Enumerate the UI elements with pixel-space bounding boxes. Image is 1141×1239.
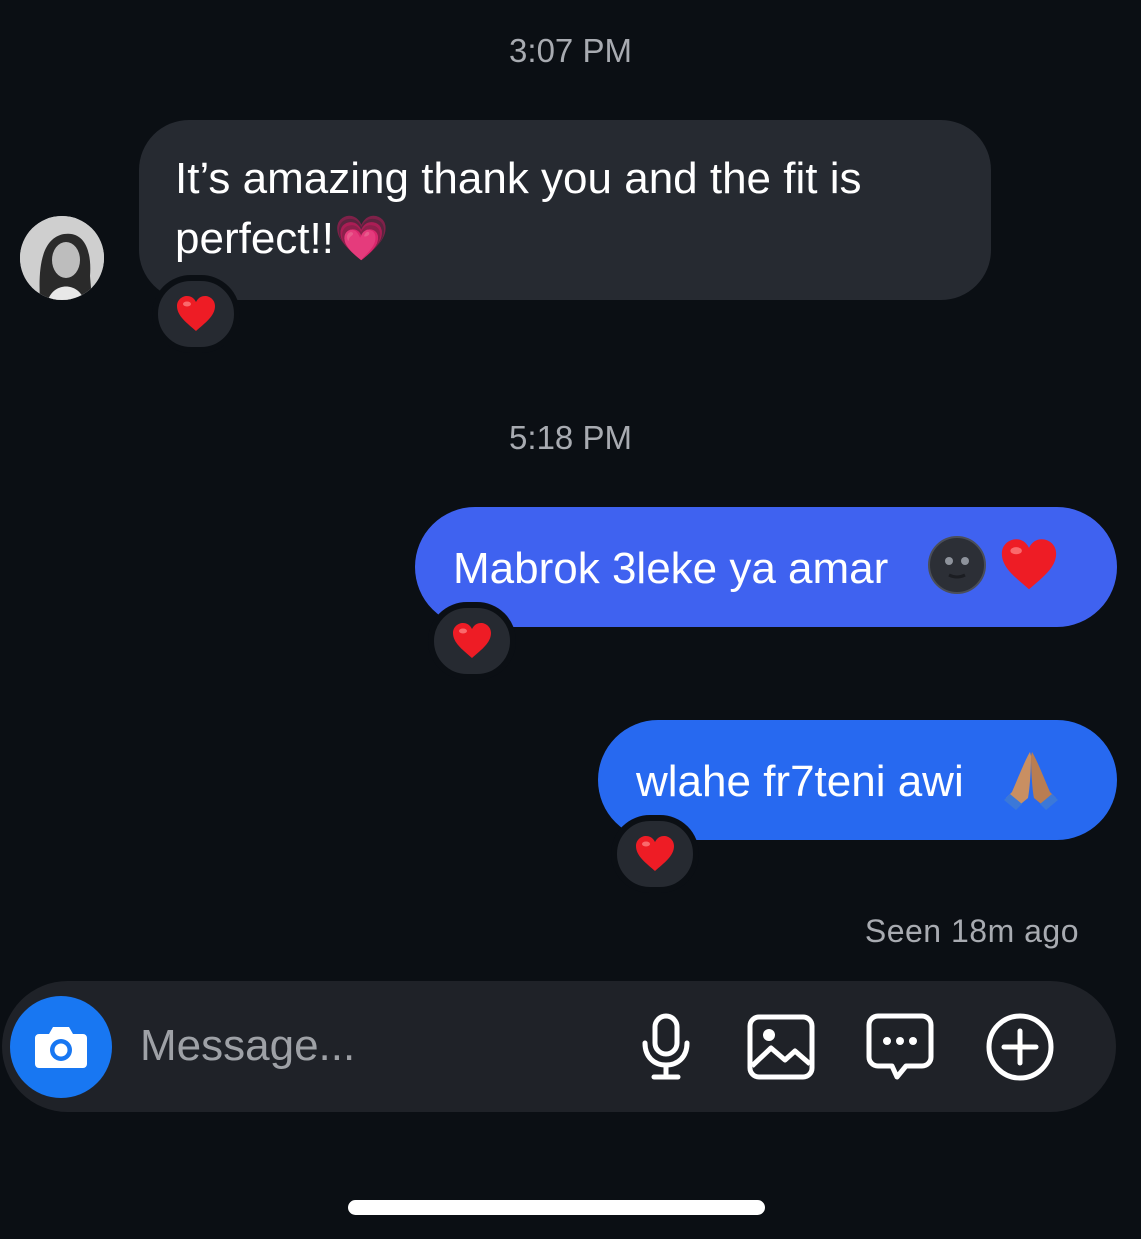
red-heart-emoji bbox=[1001, 539, 1057, 590]
gallery-icon bbox=[747, 1014, 815, 1080]
timestamp: 5:18 PM bbox=[509, 419, 632, 456]
microphone-button[interactable] bbox=[630, 1011, 702, 1083]
message-bubble-outgoing[interactable]: Mabrok 3leke ya amar bbox=[415, 507, 1117, 627]
plus-button[interactable] bbox=[984, 1011, 1056, 1083]
seen-status: Seen 18m ago bbox=[864, 913, 1079, 949]
plus-circle-icon bbox=[986, 1013, 1054, 1081]
message-text-line: It’s amazing thank you and the fit is bbox=[175, 154, 862, 203]
sticker-chat-icon bbox=[866, 1013, 934, 1080]
message-text: Mabrok 3leke ya amar bbox=[453, 544, 889, 593]
message-input[interactable] bbox=[140, 1015, 610, 1077]
message-text: wlahe fr7teni awi bbox=[636, 757, 964, 806]
avatar[interactable] bbox=[20, 216, 104, 300]
timestamp: 3:07 PM bbox=[509, 32, 632, 69]
chat-screen: 3:07 PM It’s amazing thank you and the f… bbox=[0, 0, 1141, 1239]
message-composer bbox=[2, 981, 1116, 1112]
new-moon-face-emoji bbox=[927, 536, 986, 594]
reaction-badge[interactable] bbox=[152, 275, 240, 353]
folded-hands-emoji bbox=[1004, 752, 1059, 810]
message-text-line: perfect!!💗 bbox=[175, 213, 389, 264]
gallery-button[interactable] bbox=[745, 1011, 817, 1083]
camera-button[interactable] bbox=[10, 996, 112, 1098]
home-indicator[interactable] bbox=[348, 1200, 765, 1215]
avatar-photo bbox=[20, 216, 104, 300]
reaction-badge[interactable] bbox=[428, 602, 516, 680]
red-heart-icon bbox=[177, 296, 215, 331]
red-heart-icon bbox=[636, 836, 674, 871]
sticker-chat-button[interactable] bbox=[864, 1011, 936, 1083]
message-bubble-incoming[interactable]: It’s amazing thank you and the fit is pe… bbox=[139, 120, 991, 300]
pink-heart-emoji: 💗 bbox=[333, 213, 389, 264]
camera-icon bbox=[35, 1027, 87, 1068]
reaction-badge[interactable] bbox=[611, 815, 699, 893]
red-heart-icon bbox=[453, 623, 491, 658]
microphone-icon bbox=[642, 1013, 690, 1080]
